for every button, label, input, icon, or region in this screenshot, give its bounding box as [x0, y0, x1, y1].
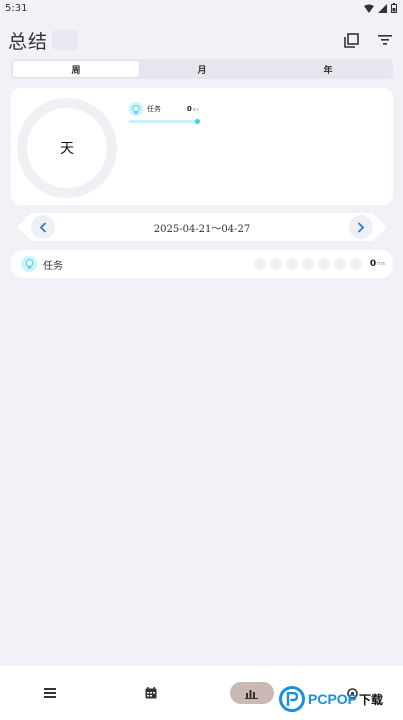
summary-task-bar [129, 119, 200, 124]
filter-icon [378, 35, 392, 45]
next-week-button[interactable] [348, 215, 373, 239]
lightbulb-icon [129, 102, 143, 116]
tab-year[interactable]: 年 [265, 61, 391, 77]
status-time: 5:31 [5, 2, 28, 14]
date-navigator: 2025-04-21～04-27 [17, 213, 387, 241]
page-title: 总结 [8, 30, 49, 53]
status-icons [364, 3, 397, 13]
date-range: 2025-04-21～04-27 [153, 223, 251, 235]
header: 总结 [0, 26, 403, 54]
summary-task-label: 任务 [147, 105, 161, 113]
watermark: PCPOP 下载 [279, 682, 383, 716]
wifi-icon [364, 4, 374, 13]
day-dot [253, 258, 266, 270]
day-dot [285, 258, 298, 270]
status-bar: 5:31 [0, 0, 403, 16]
watermark-text: PCPOP [308, 691, 358, 707]
day-dot [333, 258, 346, 270]
calendar-icon [145, 687, 157, 699]
summary-task-bar-dot [195, 119, 200, 124]
day-dot [269, 258, 282, 270]
chevron-left-icon [39, 221, 47, 233]
day-dot [301, 258, 314, 270]
tab-month[interactable]: 月 [139, 61, 265, 77]
list-icon [44, 688, 57, 698]
ring-label: 天 [60, 141, 74, 157]
task-row-label: 任务 [43, 260, 63, 272]
task-row-unit: hrs [377, 261, 385, 267]
day-dot [317, 258, 330, 270]
summary-task: 任务 0 hrs [129, 102, 200, 124]
filter-button[interactable] [375, 30, 395, 50]
copy-icon [343, 32, 359, 48]
task-row-value: 0 [369, 259, 377, 269]
signal-icon [378, 3, 387, 13]
nav-calendar[interactable] [129, 682, 173, 704]
task-row[interactable]: 任务 0 hrs [11, 250, 393, 278]
bar-chart-icon [245, 689, 259, 699]
tab-week[interactable]: 周 [13, 61, 139, 77]
copy-view-button[interactable] [341, 30, 361, 50]
summary-task-unit: hrs [192, 106, 199, 112]
watermark-cn: 下载 [359, 692, 384, 707]
day-dot [349, 258, 362, 270]
summary-ring: 天 [17, 98, 117, 198]
header-actions [341, 30, 395, 50]
nav-list[interactable] [28, 682, 72, 704]
day-dots [253, 258, 362, 270]
lightbulb-icon [21, 256, 37, 272]
watermark-logo-icon [279, 686, 305, 712]
summary-card: 天 任务 0 hrs [11, 88, 393, 205]
period-tabs: 周 月 年 [11, 59, 393, 79]
prev-week-button[interactable] [31, 215, 55, 239]
chevron-right-icon [357, 221, 365, 233]
summary-task-row: 任务 0 hrs [129, 102, 199, 116]
summary-task-value: 0 [186, 105, 192, 113]
nav-summary[interactable] [229, 682, 274, 704]
title-badge [52, 30, 79, 50]
battery-icon [391, 3, 397, 13]
